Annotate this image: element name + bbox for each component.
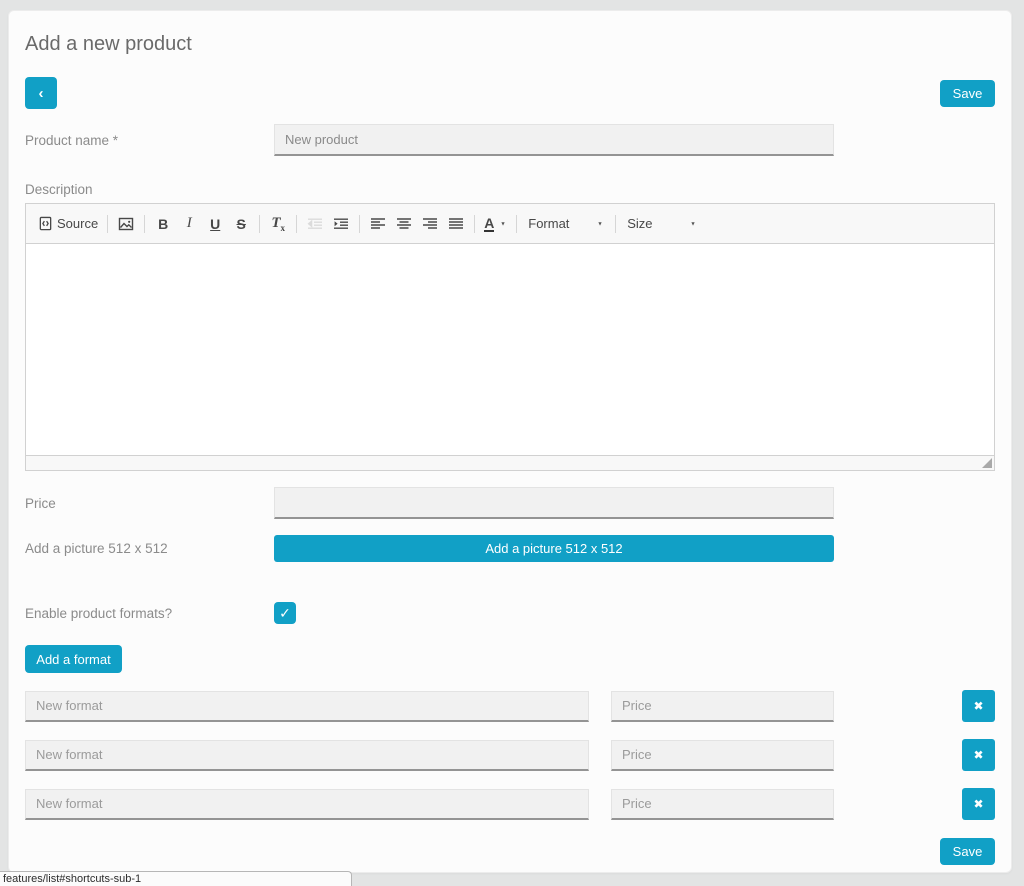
price-label: Price [25, 496, 274, 511]
align-left-icon [370, 216, 386, 232]
align-right-icon [422, 216, 438, 232]
format-row: ✖ [25, 788, 995, 820]
x-icon: ✖ [973, 699, 983, 713]
strikethrough-button[interactable]: S [228, 211, 254, 237]
size-dropdown-label: Size [627, 216, 652, 231]
outdent-icon [307, 216, 323, 232]
bottom-actions-bar: Save [25, 838, 995, 865]
chevron-down-icon: ▼ [598, 220, 604, 226]
editor-content-area[interactable] [26, 244, 994, 455]
format-name-input[interactable] [25, 789, 589, 820]
format-name-input[interactable] [25, 740, 589, 771]
description-label: Description [25, 182, 995, 197]
remove-format-row-button[interactable]: ✖ [962, 739, 995, 771]
underline-glyph: U [210, 216, 220, 232]
add-product-card: Add a new product ‹ Save Product name * … [8, 10, 1012, 873]
toolbar-separator [516, 215, 517, 233]
format-price-input[interactable] [611, 691, 834, 722]
indent-button[interactable] [328, 211, 354, 237]
description-editor: Source B I U S Tx [25, 203, 995, 471]
enable-formats-label: Enable product formats? [25, 606, 274, 621]
format-dropdown[interactable]: Format ▼ [522, 211, 610, 237]
format-row: ✖ [25, 690, 995, 722]
save-button-bottom[interactable]: Save [940, 838, 995, 865]
chevron-left-icon: ‹ [39, 85, 44, 102]
outdent-button[interactable] [302, 211, 328, 237]
align-right-button[interactable] [417, 211, 443, 237]
picture-row: Add a picture 512 x 512 Add a picture 51… [25, 535, 995, 562]
add-picture-button[interactable]: Add a picture 512 x 512 [274, 535, 834, 562]
source-icon [38, 216, 53, 231]
editor-toolbar: Source B I U S Tx [26, 204, 994, 244]
align-center-button[interactable] [391, 211, 417, 237]
add-format-button[interactable]: Add a format [25, 645, 122, 673]
toolbar-separator [259, 215, 260, 233]
size-dropdown[interactable]: Size ▼ [621, 211, 703, 237]
indent-icon [333, 216, 349, 232]
toolbar-separator [474, 215, 475, 233]
browser-status-tooltip: features/list#shortcuts-sub-1 [0, 871, 352, 886]
remove-format-button[interactable]: Tx [265, 211, 291, 237]
image-icon [118, 216, 134, 232]
save-button-top[interactable]: Save [940, 80, 995, 107]
toolbar-separator [615, 215, 616, 233]
price-row: Price [25, 487, 995, 519]
toolbar-separator [144, 215, 145, 233]
product-name-input[interactable] [274, 124, 834, 156]
toolbar-separator [359, 215, 360, 233]
align-left-button[interactable] [365, 211, 391, 237]
x-icon: ✖ [973, 797, 983, 811]
italic-glyph: I [187, 215, 192, 232]
toolbar-separator [107, 215, 108, 233]
product-name-row: Product name * [25, 124, 995, 156]
source-button-label: Source [57, 216, 98, 231]
chevron-down-icon: ▼ [691, 220, 697, 226]
enable-formats-row: Enable product formats? ✓ [25, 602, 995, 624]
format-row: ✖ [25, 739, 995, 771]
page-title: Add a new product [25, 31, 995, 57]
bold-button[interactable]: B [150, 211, 176, 237]
italic-button[interactable]: I [176, 211, 202, 237]
align-center-icon [396, 216, 412, 232]
x-icon: ✖ [973, 748, 983, 762]
format-name-input[interactable] [25, 691, 589, 722]
insert-image-button[interactable] [113, 211, 139, 237]
toolbar-separator [296, 215, 297, 233]
format-price-input[interactable] [611, 789, 834, 820]
remove-format-row-button[interactable]: ✖ [962, 690, 995, 722]
picture-label: Add a picture 512 x 512 [25, 541, 274, 556]
top-actions-bar: ‹ Save [25, 77, 995, 109]
justify-icon [448, 216, 464, 232]
text-color-icon: A [484, 216, 494, 232]
enable-formats-checkbox[interactable]: ✓ [274, 602, 296, 624]
source-button[interactable]: Source [34, 211, 102, 237]
text-color-button[interactable]: A ▼ [480, 211, 511, 237]
strikethrough-glyph: S [237, 216, 246, 232]
remove-format-row-button[interactable]: ✖ [962, 788, 995, 820]
resize-handle-icon[interactable] [982, 458, 992, 468]
price-input[interactable] [274, 487, 834, 519]
checkmark-icon: ✓ [279, 605, 291, 622]
underline-button[interactable]: U [202, 211, 228, 237]
bold-glyph: B [158, 216, 168, 232]
justify-button[interactable] [443, 211, 469, 237]
product-name-label: Product name * [25, 133, 274, 148]
format-price-input[interactable] [611, 740, 834, 771]
back-button[interactable]: ‹ [25, 77, 57, 109]
format-dropdown-label: Format [528, 216, 569, 231]
chevron-down-icon: ▼ [501, 220, 507, 226]
editor-footer [26, 455, 994, 470]
remove-format-icon: Tx [271, 215, 285, 233]
